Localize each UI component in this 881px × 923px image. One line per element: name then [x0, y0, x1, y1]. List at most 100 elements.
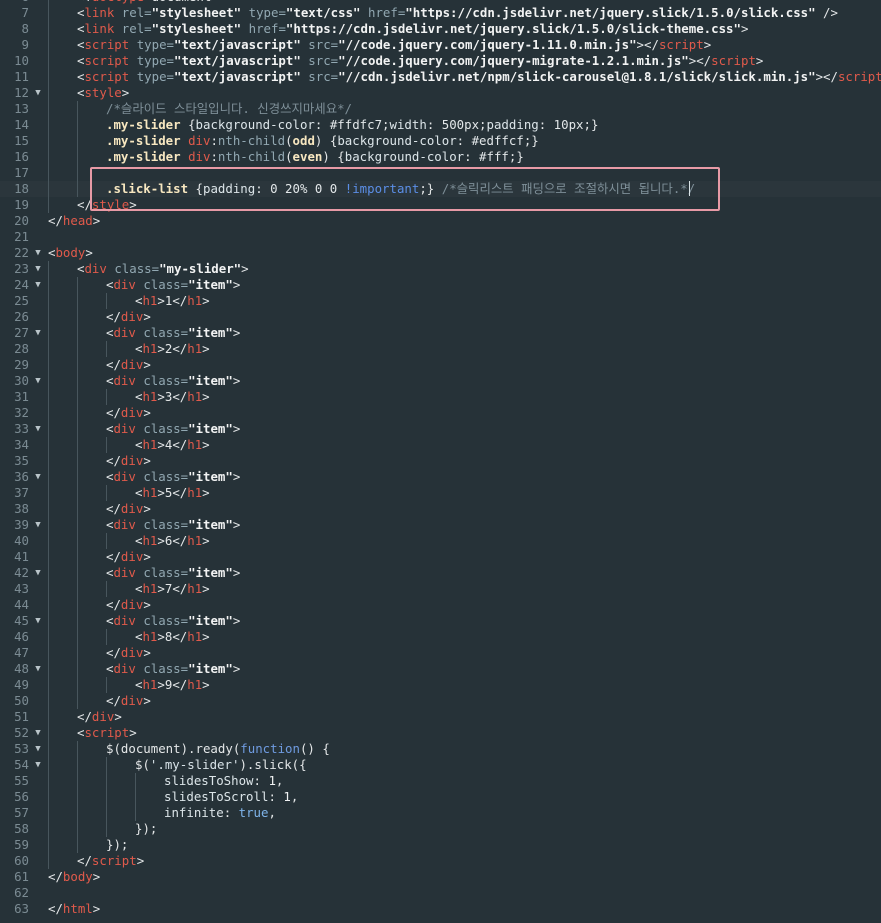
code-token: >	[232, 469, 241, 484]
code-editor[interactable]: 6<!doctype document>7<link rel="styleshe…	[0, 0, 881, 923]
code-line[interactable]: 12 ▼ <style>	[0, 85, 881, 101]
code-line[interactable]: 22 ▼ <body>	[0, 245, 881, 261]
fold-arrow-icon[interactable]: ▼	[33, 373, 43, 389]
code-line[interactable]: 9 <script type="text/javascript" src="//c…	[0, 37, 881, 53]
code-line[interactable]: 30 ▼ <div class="item">	[0, 373, 881, 389]
code-token: ;}	[523, 133, 539, 148]
code-token: class=	[135, 613, 189, 628]
fold-arrow-icon[interactable]: ▼	[33, 277, 43, 293]
code-line[interactable]: 56 slidesToScroll: 1,	[0, 789, 881, 805]
code-line[interactable]: 61 </body>	[0, 869, 881, 885]
line-number: 11	[14, 69, 29, 84]
code-line[interactable]: 20 </head>	[0, 213, 881, 229]
code-line[interactable]: 34 <h1>4</h1>	[0, 437, 881, 453]
code-line[interactable]: 48 ▼ <div class="item">	[0, 661, 881, 677]
code-token: h1	[187, 437, 203, 452]
code-token: >	[232, 373, 241, 388]
fold-arrow-icon[interactable]: ▼	[33, 421, 43, 437]
code-line[interactable]: 63 </html>	[0, 901, 881, 917]
code-line[interactable]: 47 </div>	[0, 645, 881, 661]
fold-arrow-icon[interactable]: ▼	[33, 757, 43, 773]
code-line[interactable]: 28 <h1>2</h1>	[0, 341, 881, 357]
indent-guide	[77, 437, 78, 453]
code-line[interactable]: 62	[0, 885, 881, 901]
indent-guide	[106, 677, 107, 693]
code-token: div	[113, 469, 136, 484]
code-token: h1	[142, 677, 158, 692]
code-token: nth-child	[217, 133, 286, 148]
fold-arrow-icon[interactable]: ▼	[33, 741, 43, 757]
code-line[interactable]: 35 </div>	[0, 453, 881, 469]
code-token: >	[143, 549, 151, 564]
code-token: "item"	[188, 421, 233, 436]
code-token: h1	[142, 293, 158, 308]
code-line[interactable]: 13 /*슬라이드 스타일입니다. 신경쓰지마세요*/	[0, 101, 881, 117]
code-text: <h1>2</h1>	[135, 341, 210, 357]
code-line[interactable]: 16 .my-slider div:nth-child(even) {backgr…	[0, 149, 881, 165]
code-line[interactable]: 14 .my-slider {background-color: #ffdfc7;…	[0, 117, 881, 133]
code-line[interactable]: 38 </div>	[0, 501, 881, 517]
code-line[interactable]: 32 </div>	[0, 405, 881, 421]
code-line[interactable]: 31 <h1>3</h1>	[0, 389, 881, 405]
code-line[interactable]: 46 <h1>8</h1>	[0, 629, 881, 645]
code-line[interactable]: 54 ▼ $('.my-slider').slick({	[0, 757, 881, 773]
code-line[interactable]: 43 <h1>7</h1>	[0, 581, 881, 597]
code-line[interactable]: 8 <link rel="stylesheet" href="https://cd…	[0, 21, 881, 37]
code-line[interactable]: 45 ▼ <div class="item">	[0, 613, 881, 629]
code-token: h1	[142, 533, 158, 548]
code-line[interactable]: 21	[0, 229, 881, 245]
code-line[interactable]: 41 </div>	[0, 549, 881, 565]
fold-arrow-icon[interactable]: ▼	[33, 325, 43, 341]
code-token: >	[157, 293, 165, 308]
code-line[interactable]: 42 ▼ <div class="item">	[0, 565, 881, 581]
code-line[interactable]: 26 </div>	[0, 309, 881, 325]
fold-arrow-icon[interactable]: ▼	[33, 261, 43, 277]
code-line[interactable]: 25 <h1>1</h1>	[0, 293, 881, 309]
code-line[interactable]: 44 </div>	[0, 597, 881, 613]
code-line[interactable]: 51 </div>	[0, 709, 881, 725]
code-line[interactable]: 27 ▼ <div class="item">	[0, 325, 881, 341]
code-line[interactable]: 23 ▼ <div class="my-slider">	[0, 261, 881, 277]
indent-guide	[77, 661, 78, 677]
code-line[interactable]: 37 <h1>5</h1>	[0, 485, 881, 501]
code-line[interactable]: 53 ▼ $(document).ready(function() {	[0, 741, 881, 757]
fold-arrow-icon[interactable]: ▼	[33, 661, 43, 677]
code-line[interactable]: 58});	[0, 821, 881, 837]
code-line[interactable]: 24 ▼ <div class="item">	[0, 277, 881, 293]
code-line[interactable]: 33 ▼ <div class="item">	[0, 421, 881, 437]
code-line[interactable]: 55 slidesToShow: 1,	[0, 773, 881, 789]
code-line[interactable]: 52 ▼ <script>	[0, 725, 881, 741]
fold-arrow-icon[interactable]: ▼	[33, 469, 43, 485]
fold-arrow-icon[interactable]: ▼	[33, 565, 43, 581]
fold-arrow-icon[interactable]: ▼	[33, 725, 43, 741]
code-token: >	[157, 389, 165, 404]
fold-arrow-icon[interactable]: ▼	[33, 517, 43, 533]
code-line[interactable]: 49 <h1>9</h1>	[0, 677, 881, 693]
line-number: 20	[14, 213, 29, 228]
code-token: :	[253, 773, 269, 788]
code-token: width	[389, 117, 427, 132]
code-line[interactable]: 50 </div>	[0, 693, 881, 709]
code-line[interactable]: 59});	[0, 837, 881, 853]
code-line[interactable]: 60 </script>	[0, 853, 881, 869]
fold-arrow-icon[interactable]: ▼	[33, 245, 43, 261]
code-line[interactable]: 7 <link rel="stylesheet" type="text/css" …	[0, 5, 881, 21]
fold-arrow-icon[interactable]: ▼	[33, 85, 43, 101]
indent-guide	[48, 309, 49, 325]
code-token: "text/css"	[285, 5, 361, 20]
fold-arrow-icon[interactable]: ▼	[33, 613, 43, 629]
code-line[interactable]: 36 ▼ <div class="item">	[0, 469, 881, 485]
code-line[interactable]: 10 <script type="text/javascript" src="//…	[0, 53, 881, 69]
code-token: >	[232, 517, 241, 532]
code-token: 500px	[441, 117, 480, 132]
code-line[interactable]: 57 infinite: true,	[0, 805, 881, 821]
code-line[interactable]: 40 <h1>6</h1>	[0, 533, 881, 549]
code-token: </	[172, 437, 188, 452]
code-line[interactable]: 15 .my-slider div:nth-child(odd) {backgro…	[0, 133, 881, 149]
code-line[interactable]: 11 <script type="text/javascript" src="//…	[0, 69, 881, 85]
code-line[interactable]: 29 </div>	[0, 357, 881, 373]
code-token: rel=	[114, 5, 152, 20]
code-token: script	[84, 69, 130, 84]
code-line[interactable]: 39 ▼ <div class="item">	[0, 517, 881, 533]
code-token: </	[106, 309, 121, 324]
